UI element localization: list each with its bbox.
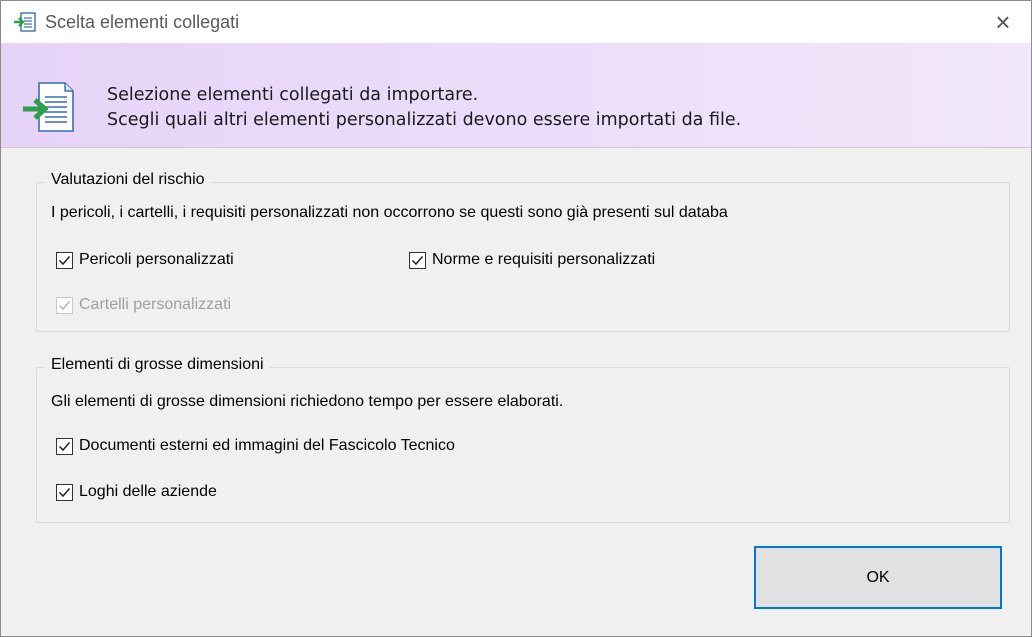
checkbox-box[interactable] bbox=[409, 251, 426, 269]
checkbox-label: Loghi delle aziende bbox=[79, 483, 217, 500]
checkmark-icon bbox=[58, 300, 71, 310]
import-document-icon bbox=[23, 82, 74, 132]
checkmark-icon bbox=[411, 255, 424, 265]
risk-group-note: I pericoli, i cartelli, i requisiti pers… bbox=[51, 204, 728, 221]
checkbox-box[interactable] bbox=[56, 437, 73, 455]
checkbox-custom-signs: Cartelli personalizzati bbox=[56, 296, 231, 314]
title-bar[interactable]: Scelta elementi collegati × bbox=[1, 1, 1031, 43]
banner-text: Selezione elementi collegati da importar… bbox=[107, 83, 741, 133]
import-document-icon bbox=[14, 12, 36, 32]
checkbox-box bbox=[56, 296, 73, 314]
close-button[interactable]: × bbox=[975, 1, 1031, 43]
banner-line-1: Selezione elementi collegati da importar… bbox=[107, 85, 479, 105]
window-title: Scelta elementi collegati bbox=[45, 12, 240, 32]
checkbox-box[interactable] bbox=[56, 483, 73, 501]
checkbox-label: Norme e requisiti personalizzati bbox=[432, 251, 656, 268]
checkbox-label: Pericoli personalizzati bbox=[79, 251, 234, 268]
close-icon: × bbox=[995, 6, 1011, 37]
checkbox-custom-standards[interactable]: Norme e requisiti personalizzati bbox=[409, 251, 655, 269]
large-group-legend: Elementi di grosse dimensioni bbox=[45, 356, 270, 374]
checkbox-external-documents[interactable]: Documenti esterni ed immagini del Fascic… bbox=[56, 437, 455, 455]
checkbox-custom-hazards[interactable]: Pericoli personalizzati bbox=[56, 251, 234, 269]
checkbox-company-logos[interactable]: Loghi delle aziende bbox=[56, 483, 217, 501]
ok-button[interactable]: OK bbox=[754, 546, 1002, 609]
risk-group-legend: Valutazioni del rischio bbox=[45, 171, 211, 189]
checkmark-icon bbox=[58, 441, 71, 451]
header-banner: Selezione elementi collegati da importar… bbox=[1, 43, 1031, 148]
checkbox-label: Cartelli personalizzati bbox=[79, 296, 232, 313]
checkmark-icon bbox=[58, 487, 71, 497]
ok-button-label: OK bbox=[866, 568, 890, 586]
banner-line-2: Scegli quali altri elementi personalizza… bbox=[107, 110, 742, 130]
checkbox-label: Documenti esterni ed immagini del Fascic… bbox=[79, 437, 455, 454]
large-group-note: Gli elementi di grosse dimensioni richie… bbox=[51, 393, 564, 410]
dialog-window: Scelta elementi collegati × Selezione el… bbox=[0, 0, 1032, 637]
checkmark-icon bbox=[58, 255, 71, 265]
checkbox-box[interactable] bbox=[56, 251, 73, 269]
